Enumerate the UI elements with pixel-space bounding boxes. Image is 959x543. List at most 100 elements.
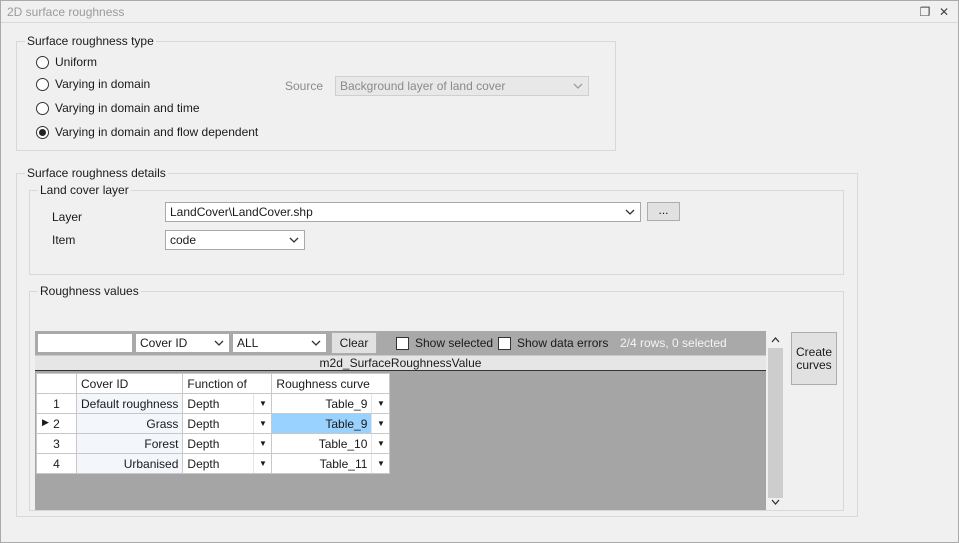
dropdown-arrow-icon[interactable]: ▼ xyxy=(371,414,390,433)
source-dropdown[interactable]: Background layer of land cover xyxy=(335,76,589,96)
radio-uniform[interactable]: Uniform xyxy=(36,54,97,70)
land-cover-title: Land cover layer xyxy=(38,183,131,197)
layer-value: LandCover\LandCover.shp xyxy=(170,205,313,219)
table-row[interactable]: ▶ 2 Grass Depth ▼ Table_9 ▼ xyxy=(36,413,391,434)
layer-dropdown[interactable]: LandCover\LandCover.shp xyxy=(165,202,641,222)
checkbox-box[interactable] xyxy=(498,336,511,350)
row-number: 4 xyxy=(36,453,77,474)
column-filter-dropdown[interactable]: Cover ID xyxy=(135,333,230,353)
column-filter-value: Cover ID xyxy=(140,336,188,350)
roughness-curve-value: Table_11 xyxy=(319,456,368,471)
dropdown-arrow-icon[interactable]: ▼ xyxy=(253,434,272,453)
checkbox-box[interactable] xyxy=(396,336,409,350)
browse-button[interactable]: ... xyxy=(647,202,680,221)
table-row[interactable]: 1 Default roughness Depth ▼ Table_9 ▼ xyxy=(36,393,391,414)
roughness-curve-cell[interactable]: Table_10 ▼ xyxy=(271,433,391,454)
roughness-values-title: Roughness values xyxy=(38,284,141,298)
close-icon[interactable]: ✕ xyxy=(935,3,953,21)
row-number: 3 xyxy=(36,433,77,454)
radio-circle[interactable] xyxy=(36,77,49,91)
function-of-value: Depth xyxy=(187,396,220,411)
table-title: m2d_SurfaceRoughnessValue xyxy=(35,355,766,371)
scroll-down-icon[interactable] xyxy=(769,496,782,508)
header-corner xyxy=(36,373,77,394)
window-title: 2D surface roughness xyxy=(7,5,125,19)
table-row[interactable]: 4 Urbanised Depth ▼ Table_11 ▼ xyxy=(36,453,391,474)
radio-label: Uniform xyxy=(55,55,98,69)
roughness-curve-cell[interactable]: Table_9 ▼ xyxy=(271,393,391,414)
roughness-curve-value: Table_9 xyxy=(325,416,368,431)
radio-circle[interactable] xyxy=(36,101,49,115)
radio-circle-selected[interactable] xyxy=(36,125,49,139)
chevron-down-icon xyxy=(214,340,224,346)
rows-status: 2/4 rows, 0 selected xyxy=(620,336,727,350)
roughness-curve-value: Table_10 xyxy=(318,436,368,451)
dropdown-arrow-icon[interactable]: ▼ xyxy=(371,454,390,473)
filter-value: ALL xyxy=(237,336,259,350)
table-header-row: Cover ID Function of Roughness curve xyxy=(36,373,391,394)
radio-label: Varying in domain xyxy=(55,77,151,91)
clear-button[interactable]: Clear xyxy=(331,332,377,354)
dropdown-arrow-icon[interactable]: ▼ xyxy=(253,394,272,413)
roughness-curve-cell[interactable]: Table_11 ▼ xyxy=(271,453,391,474)
source-value: Background layer of land cover xyxy=(340,79,506,93)
roughness-table: Cover ID Function of Roughness curve 1 D… xyxy=(36,373,391,474)
function-of-cell[interactable]: Depth ▼ xyxy=(182,393,273,414)
cover-id-cell[interactable]: Urbanised xyxy=(75,453,184,474)
item-dropdown[interactable]: code xyxy=(165,230,305,250)
function-of-cell[interactable]: Depth ▼ xyxy=(182,413,273,434)
chevron-down-icon xyxy=(573,83,583,89)
scroll-up-icon[interactable] xyxy=(769,334,782,346)
item-value: code xyxy=(170,233,197,247)
row-number: ▶ 2 xyxy=(36,413,77,434)
create-curves-label: curves xyxy=(796,358,832,372)
current-row-indicator-icon: ▶ xyxy=(42,417,49,427)
column-header[interactable]: Function of xyxy=(182,373,273,394)
radio-varying-domain[interactable]: Varying in domain xyxy=(36,76,150,92)
cover-id-cell[interactable]: Forest xyxy=(75,433,184,454)
source-label: Source xyxy=(285,79,324,93)
cover-id-cell[interactable]: Grass xyxy=(75,413,184,434)
radio-varying-domain-time[interactable]: Varying in domain and time xyxy=(36,100,200,116)
value-filter-dropdown[interactable]: ALL xyxy=(232,333,327,353)
column-header[interactable]: Roughness curve xyxy=(271,373,391,394)
restore-icon[interactable]: ❐ xyxy=(916,3,934,21)
function-of-cell[interactable]: Depth ▼ xyxy=(182,433,273,454)
checkbox-label: Show data errors xyxy=(517,336,609,350)
scrollbar-thumb[interactable] xyxy=(768,348,783,498)
create-curves-label: Create xyxy=(795,345,833,359)
chevron-down-icon xyxy=(289,237,299,243)
show-selected-checkbox[interactable]: Show selected xyxy=(396,336,493,350)
row-number: 1 xyxy=(36,393,77,414)
function-of-value: Depth xyxy=(187,456,220,471)
function-of-cell[interactable]: Depth ▼ xyxy=(182,453,273,474)
cover-id-cell[interactable]: Default roughness xyxy=(75,393,184,414)
radio-varying-flow-dependent[interactable]: Varying in domain and flow dependent xyxy=(36,124,258,140)
vertical-scrollbar[interactable] xyxy=(767,332,784,510)
roughness-curve-cell-selected[interactable]: Table_9 ▼ xyxy=(271,413,391,434)
title-bar: 2D surface roughness ❐ ✕ xyxy=(1,1,958,23)
row-number-value: 2 xyxy=(53,416,60,431)
function-of-value: Depth xyxy=(187,416,220,431)
radio-circle[interactable] xyxy=(36,55,49,69)
radio-label: Varying in domain and flow dependent xyxy=(55,125,259,139)
show-data-errors-checkbox[interactable]: Show data errors xyxy=(498,336,608,350)
chevron-down-icon xyxy=(311,340,321,346)
create-curves-button[interactable]: Create curves xyxy=(791,332,837,385)
roughness-type-title: Surface roughness type xyxy=(25,34,156,48)
details-title: Surface roughness details xyxy=(25,166,168,180)
dropdown-arrow-icon[interactable]: ▼ xyxy=(253,454,272,473)
function-of-value: Depth xyxy=(187,436,220,451)
layer-label: Layer xyxy=(52,210,83,224)
chevron-down-icon xyxy=(625,209,635,215)
dropdown-arrow-icon[interactable]: ▼ xyxy=(253,414,272,433)
roughness-curve-value: Table_9 xyxy=(325,396,368,411)
dialog-window: 2D surface roughness ❐ ✕ Surface roughne… xyxy=(0,0,959,543)
table-row[interactable]: 3 Forest Depth ▼ Table_10 ▼ xyxy=(36,433,391,454)
search-input[interactable] xyxy=(37,333,133,353)
dropdown-arrow-icon[interactable]: ▼ xyxy=(371,434,390,453)
item-label: Item xyxy=(52,233,76,247)
dropdown-arrow-icon[interactable]: ▼ xyxy=(371,394,390,413)
checkbox-label: Show selected xyxy=(415,336,494,350)
column-header[interactable]: Cover ID xyxy=(75,373,184,394)
